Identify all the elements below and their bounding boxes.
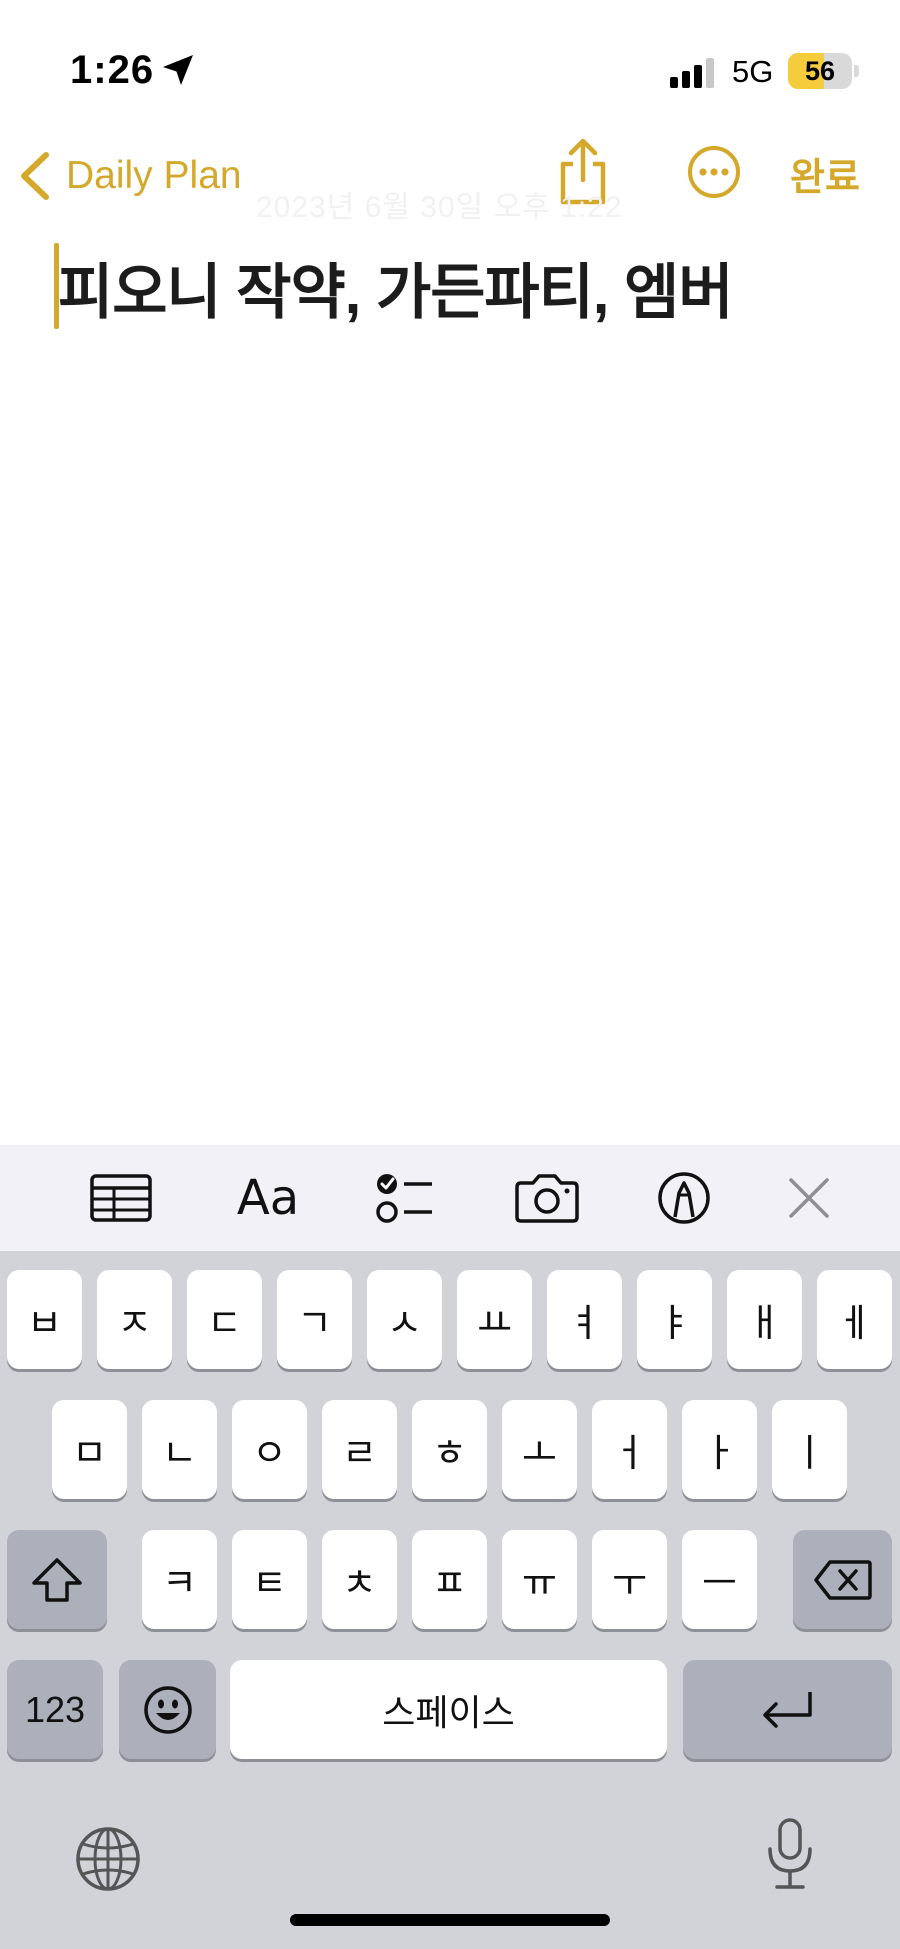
key[interactable]: ㅡ [682, 1530, 757, 1629]
key[interactable]: ㅐ [727, 1270, 802, 1369]
key[interactable]: ㅜ [592, 1530, 667, 1629]
return-key[interactable] [683, 1660, 892, 1759]
key[interactable]: ㅣ [772, 1400, 847, 1499]
shift-icon [32, 1557, 82, 1602]
key[interactable]: ㄴ [142, 1400, 217, 1499]
close-icon [789, 1178, 829, 1218]
key[interactable]: ㄱ [277, 1270, 352, 1369]
battery-body: 56 [788, 53, 852, 89]
key[interactable]: ㅏ [682, 1400, 757, 1499]
cellular-signal-icon [670, 58, 714, 88]
key[interactable]: ㅠ [502, 1530, 577, 1629]
checklist-icon [376, 1174, 432, 1223]
key[interactable]: ㅁ [52, 1400, 127, 1499]
delete-key[interactable] [793, 1530, 892, 1629]
key[interactable]: ㅅ [367, 1270, 442, 1369]
keyboard: ㅂ ㅈ ㄷ ㄱ ㅅ ㅛ ㅕ ㅑ ㅐ ㅔ ㅁ ㄴ ㅇ ㄹ ㅎ ㅗ ㅓ ㅏ ㅣ ㅋ … [0, 1251, 900, 1949]
note-date: 2023년 6월 30일 오후 1:22 [256, 191, 623, 224]
return-icon [762, 1691, 812, 1728]
key[interactable]: ㅈ [97, 1270, 172, 1369]
globe-icon[interactable] [75, 1826, 141, 1892]
table-button[interactable] [88, 1163, 154, 1233]
status-bar: 1:26 5G 56 [0, 0, 900, 110]
home-indicator[interactable] [290, 1914, 610, 1926]
emoji-key[interactable] [119, 1660, 216, 1759]
format-icon: Aa [236, 1170, 300, 1226]
key[interactable]: ㄷ [187, 1270, 262, 1369]
key[interactable]: ㅑ [637, 1270, 712, 1369]
more-icon[interactable] [686, 144, 742, 200]
close-toolbar-button[interactable] [786, 1163, 832, 1233]
emoji-icon [143, 1685, 192, 1734]
key[interactable]: ㅔ [817, 1270, 892, 1369]
battery-icon: 56 [788, 53, 859, 89]
status-time: 1:26 [70, 48, 155, 92]
key[interactable]: ㅍ [412, 1530, 487, 1629]
done-button[interactable]: 완료 [790, 146, 860, 201]
key[interactable]: ㅂ [7, 1270, 82, 1369]
delete-icon [813, 1559, 872, 1600]
chevron-left-icon [21, 152, 49, 200]
back-button-label: Daily Plan [66, 154, 242, 197]
space-key[interactable]: 스페이스 [230, 1660, 667, 1759]
battery-cap [854, 65, 859, 77]
key[interactable]: ㅓ [592, 1400, 667, 1499]
key[interactable]: ㄹ [322, 1400, 397, 1499]
shift-key[interactable] [7, 1530, 107, 1629]
key[interactable]: ㅌ [232, 1530, 307, 1629]
markup-icon [658, 1172, 710, 1224]
key[interactable]: ㅊ [322, 1530, 397, 1629]
note-title[interactable]: 피오니 작약, 가든파티, 엠버 [58, 244, 734, 331]
back-button[interactable]: Daily Plan [18, 146, 242, 206]
camera-icon [515, 1174, 579, 1223]
key[interactable]: ㅋ [142, 1530, 217, 1629]
checklist-button[interactable] [372, 1163, 436, 1233]
key[interactable]: ㅗ [502, 1400, 577, 1499]
location-arrow-icon [163, 55, 193, 85]
key[interactable]: ㅎ [412, 1400, 487, 1499]
markup-button[interactable] [656, 1163, 712, 1233]
format-button[interactable]: Aa [228, 1163, 308, 1233]
camera-button[interactable] [514, 1163, 580, 1233]
battery-percent: 56 [804, 56, 836, 86]
key[interactable]: ㅕ [547, 1270, 622, 1369]
key[interactable]: ㅛ [457, 1270, 532, 1369]
key[interactable]: ㅇ [232, 1400, 307, 1499]
table-icon [90, 1174, 152, 1222]
format-toolbar: Aa [0, 1145, 900, 1251]
microphone-icon[interactable] [765, 1817, 815, 1891]
numbers-key[interactable]: 123 [7, 1660, 103, 1759]
network-type: 5G [732, 54, 774, 89]
